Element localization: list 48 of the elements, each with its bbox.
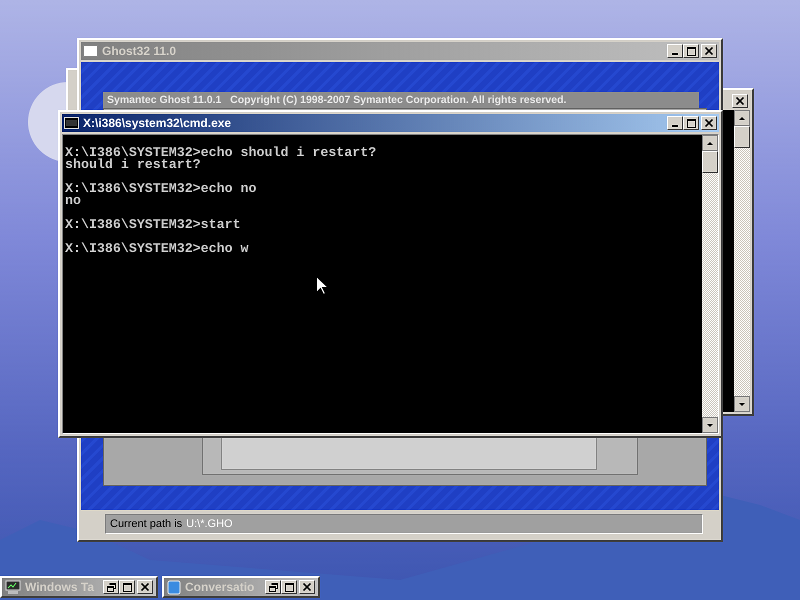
window-title: Ghost32 11.0 bbox=[102, 44, 178, 58]
minimize-button[interactable] bbox=[667, 116, 683, 130]
close-icon bbox=[705, 119, 713, 127]
close-button[interactable] bbox=[701, 44, 717, 58]
maximize-button[interactable] bbox=[683, 116, 699, 130]
console-icon bbox=[64, 117, 79, 129]
scrollbar-thumb[interactable] bbox=[734, 126, 750, 148]
scrollbar-thumb[interactable] bbox=[702, 151, 718, 173]
console-line: X:\I386\SYSTEM32>start bbox=[65, 219, 241, 231]
maximize-icon bbox=[686, 46, 696, 56]
scrollbar[interactable] bbox=[702, 135, 718, 433]
console-line: X:\I386\SYSTEM32>echo no bbox=[65, 183, 257, 195]
minimize-icon bbox=[672, 125, 678, 127]
close-button[interactable] bbox=[701, 116, 717, 130]
maximize-icon bbox=[122, 582, 132, 592]
console-line: should i restart? bbox=[65, 159, 201, 171]
console-line: no bbox=[65, 195, 81, 207]
status-label: Current path is bbox=[110, 518, 182, 530]
status-value: U:\*.GHO bbox=[186, 518, 233, 530]
restore-icon bbox=[268, 582, 278, 592]
close-icon bbox=[303, 583, 311, 591]
close-button[interactable] bbox=[299, 580, 315, 594]
close-button[interactable] bbox=[137, 580, 153, 594]
monitor-icon bbox=[5, 580, 21, 594]
maximize-button[interactable] bbox=[281, 580, 297, 594]
restore-button[interactable] bbox=[265, 580, 281, 594]
minimize-icon bbox=[672, 53, 678, 55]
minimize-button[interactable] bbox=[667, 44, 683, 58]
console-line: X:\I386\SYSTEM32>echo w bbox=[65, 243, 249, 255]
close-icon bbox=[705, 47, 713, 55]
maximize-icon bbox=[284, 582, 294, 592]
mouse-cursor-icon bbox=[316, 276, 328, 295]
restore-icon bbox=[106, 582, 116, 592]
maximize-icon bbox=[686, 118, 696, 128]
window-title: X:\i386\system32\cmd.exe bbox=[83, 116, 232, 130]
console-line: X:\I386\SYSTEM32>echo should i restart? bbox=[65, 147, 376, 159]
close-icon bbox=[141, 583, 149, 591]
close-icon bbox=[736, 97, 744, 105]
close-button[interactable] bbox=[732, 94, 748, 108]
window-title: Conversatio bbox=[185, 580, 256, 594]
copyright-banner: Symantec Ghost 11.0.1 Copyright (C) 1998-2007 Symantec Corporation. All rights reserved. bbox=[103, 92, 699, 108]
restore-button[interactable] bbox=[103, 580, 119, 594]
scrollbar[interactable] bbox=[734, 110, 750, 412]
maximize-button[interactable] bbox=[119, 580, 135, 594]
input-field[interactable] bbox=[221, 436, 597, 470]
window-icon bbox=[83, 45, 98, 57]
maximize-button[interactable] bbox=[683, 44, 699, 58]
minimized-window[interactable]: Conversatio bbox=[162, 576, 320, 598]
